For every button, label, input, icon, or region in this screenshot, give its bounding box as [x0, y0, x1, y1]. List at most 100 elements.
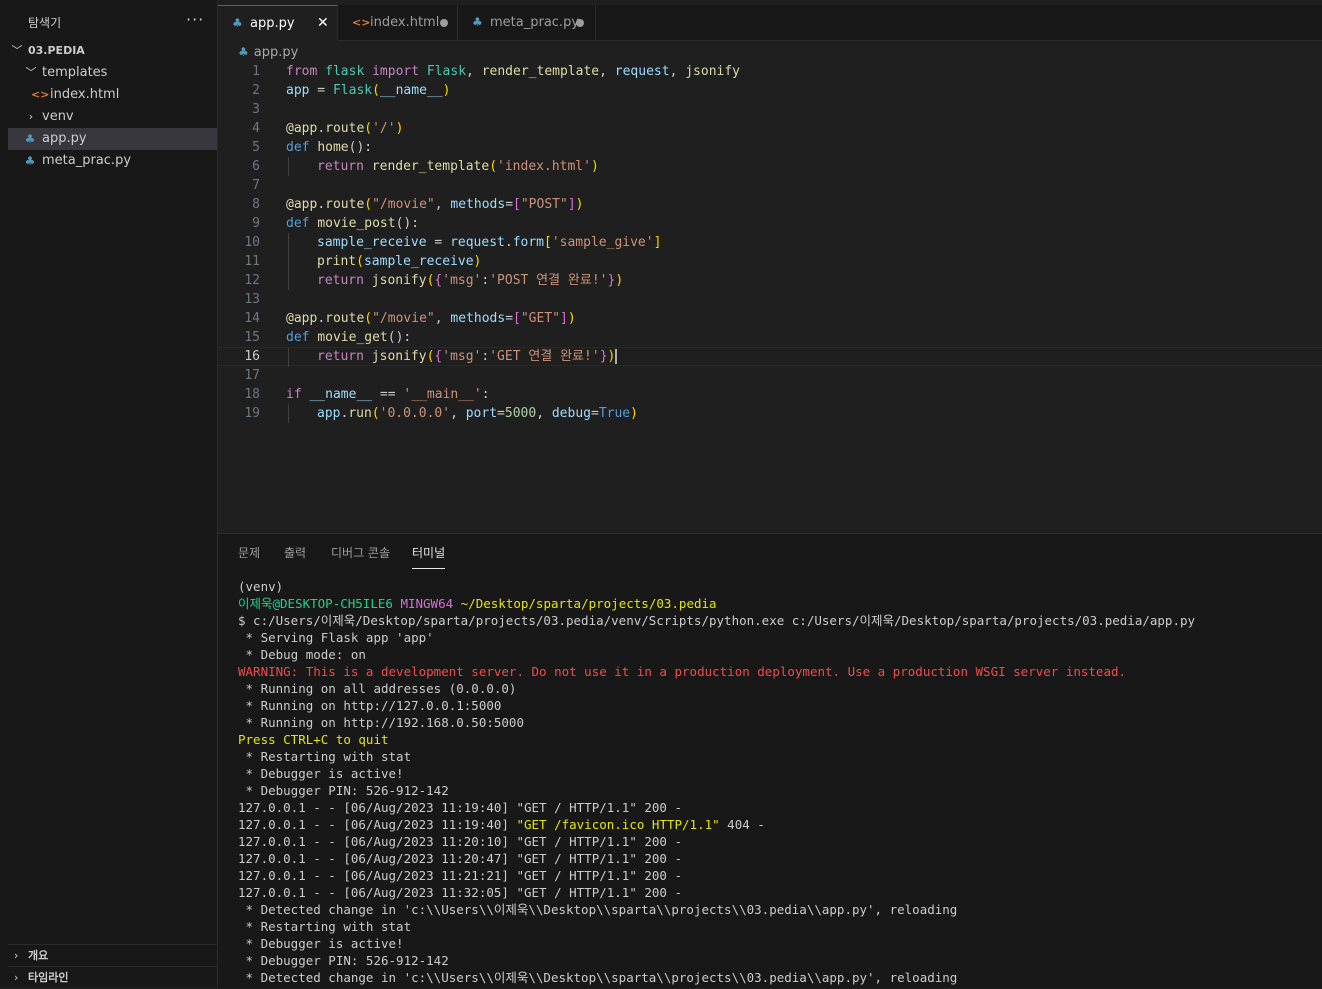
code-token: ( — [371, 406, 380, 421]
code-line[interactable]: 7 — [218, 176, 1322, 195]
code-token: 'GET 연결 완료!' — [489, 349, 600, 364]
chevron-right-icon: › — [14, 949, 19, 962]
python-file-icon: ♣ — [24, 154, 36, 168]
code-token: ) — [395, 121, 404, 136]
folder-venv[interactable]: › venv — [8, 106, 217, 128]
outline-section[interactable]: › 개요 — [8, 944, 217, 967]
section-label: 개요 — [28, 949, 49, 962]
code-text: app = Flask(__name__) — [286, 81, 450, 100]
code-token: ) — [473, 254, 482, 269]
code-token: } — [599, 349, 608, 364]
code-token: : — [481, 387, 490, 402]
code-text: return render_template('index.html') — [317, 157, 599, 176]
code-token: jsonify — [371, 349, 427, 364]
line-number: 16 — [244, 349, 260, 364]
code-token: = — [497, 406, 505, 421]
line-number: 18 — [244, 387, 260, 402]
tab-meta-prac-py[interactable]: ♣ meta_prac.py — [458, 5, 596, 40]
prompt-env: MINGW64 — [400, 596, 454, 611]
code-token: ) — [567, 311, 576, 326]
terminal-line: * Running on http://127.0.0.1:5000 — [238, 698, 502, 713]
more-actions-icon[interactable]: ··· — [186, 10, 204, 29]
code-line[interactable]: 3 — [218, 100, 1322, 119]
tab-debug-console[interactable]: 디버그 콘솔 — [331, 544, 390, 568]
terminal-line: 127.0.0.1 - - [06/Aug/2023 11:19:40] "GE… — [238, 800, 683, 815]
terminal-line: 127.0.0.1 - - [06/Aug/2023 11:32:05] "GE… — [238, 885, 683, 900]
code-token: flask — [325, 64, 365, 79]
code-line[interactable]: 15 def movie_get(): — [218, 328, 1322, 347]
code-line[interactable]: 14 @app.route("/movie", methods=["GET"]) — [218, 309, 1322, 328]
code-token: app — [293, 121, 318, 136]
code-token: sample_receive — [363, 254, 474, 269]
code-token: app — [293, 311, 318, 326]
code-token: @ — [286, 311, 294, 326]
code-line[interactable]: 16 return jsonify({'msg':'GET 연결 완료!'}) — [218, 347, 1322, 367]
code-line[interactable]: 10 sample_receive = request.form['sample_… — [218, 233, 1322, 252]
code-token: , — [536, 406, 552, 421]
code-token: = — [505, 311, 514, 326]
file-meta-prac-py[interactable]: ♣ meta_prac.py — [8, 150, 217, 172]
code-line[interactable]: 12 return jsonify({'msg':'POST 연결 완료!'}) — [218, 271, 1322, 290]
code-token: app — [293, 197, 318, 212]
file-index-html[interactable]: <> index.html — [8, 84, 217, 106]
code-line[interactable]: 11 print(sample_receive) — [218, 252, 1322, 271]
folder-templates[interactable]: ﹀ templates — [8, 62, 217, 84]
code-line[interactable]: 1 from flask import Flask, render_templat… — [218, 62, 1322, 81]
code-line[interactable]: 9 def movie_post(): — [218, 214, 1322, 233]
line-number: 7 — [252, 178, 260, 193]
code-line[interactable]: 8 @app.route("/movie", methods=["POST"]) — [218, 195, 1322, 214]
code-token: . — [317, 197, 326, 212]
code-token: ) — [615, 273, 624, 288]
tab-index-html[interactable]: <> index.html — [338, 5, 458, 40]
code-text: def movie_get(): — [286, 328, 411, 347]
code-token: render_template — [371, 159, 490, 174]
bottom-panel: 문제 출력 디버그 콘솔 터미널 (venv) 이제욱@DESKTOP-CH5I… — [218, 533, 1322, 988]
code-line[interactable]: 6 return render_template('index.html') — [218, 157, 1322, 176]
indent-guide — [288, 233, 289, 252]
line-number: 2 — [252, 83, 260, 98]
code-line[interactable]: 2 app = Flask(__name__) — [218, 81, 1322, 100]
code-token: methods — [450, 311, 506, 326]
code-token: 'index.html' — [497, 159, 591, 174]
code-token: ) — [607, 349, 616, 364]
file-app-py[interactable]: ♣ app.py — [8, 128, 217, 150]
code-editor[interactable]: 1 from flask import Flask, render_templat… — [218, 62, 1322, 532]
tab-problems[interactable]: 문제 — [238, 544, 260, 568]
code-token: ] — [559, 311, 568, 326]
code-line[interactable]: 5 def home(): — [218, 138, 1322, 157]
file-label: meta_prac.py — [42, 153, 132, 168]
line-number: 8 — [252, 197, 260, 212]
code-token: 'sample_give' — [551, 235, 654, 250]
code-line[interactable]: 17 — [218, 366, 1322, 385]
tab-output[interactable]: 출력 — [284, 544, 306, 568]
folder-label: templates — [42, 65, 108, 80]
timeline-section[interactable]: › 타임라인 — [8, 966, 217, 989]
tab-app-py[interactable]: ♣ app.py ✕ — [218, 5, 338, 41]
terminal-line: * Restarting with stat — [238, 749, 412, 764]
indent-guide — [288, 157, 289, 176]
code-token: ( — [372, 83, 380, 98]
explorer-title: 탐색기 — [28, 16, 62, 30]
folder-label: 03.PEDIA — [28, 44, 85, 57]
close-icon[interactable]: ✕ — [317, 6, 329, 41]
code-token: jsonify — [685, 64, 741, 79]
terminal-line: * Detected change in 'c:\\Users\\이제욱\\De… — [238, 970, 958, 985]
tab-terminal[interactable]: 터미널 — [412, 544, 446, 569]
line-number: 12 — [244, 273, 260, 288]
code-line[interactable]: 4 @app.route('/') — [218, 119, 1322, 138]
code-line[interactable]: 19 app.run('0.0.0.0', port=5000, debug=Tr… — [218, 404, 1322, 423]
code-token: 5000 — [504, 406, 537, 421]
code-token: '0.0.0.0' — [379, 406, 451, 421]
code-token: ) — [590, 159, 599, 174]
code-line[interactable]: 18 if __name__ == '__main__': — [218, 385, 1322, 404]
terminal-output[interactable]: (venv) 이제욱@DESKTOP-CH5ILE6 MINGW64 ~/Des… — [238, 578, 1318, 986]
folder-root-03-pedia[interactable]: ﹀ 03.PEDIA — [8, 40, 217, 62]
code-token: home — [317, 140, 349, 155]
code-token: (): — [387, 330, 412, 345]
code-line[interactable]: 13 — [218, 290, 1322, 309]
file-label: app.py — [42, 131, 87, 146]
line-number: 6 — [252, 159, 260, 174]
breadcrumb[interactable]: ♣ app.py — [238, 42, 298, 62]
code-token: = — [426, 235, 451, 250]
